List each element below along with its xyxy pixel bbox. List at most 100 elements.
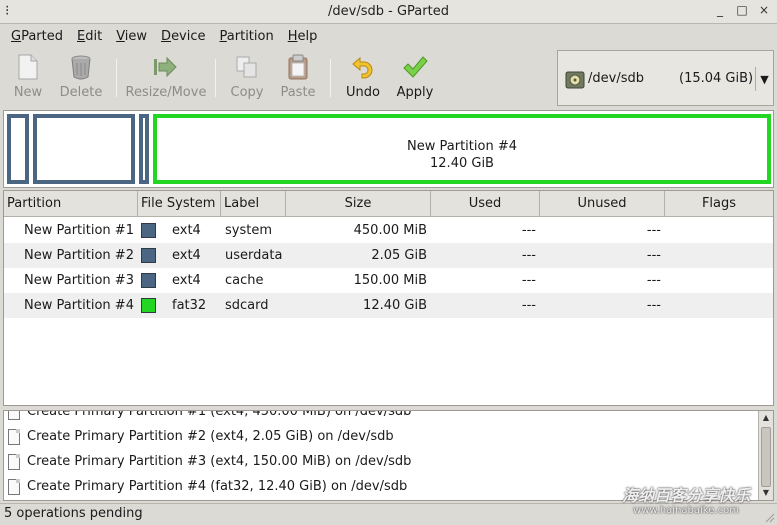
window-title: /dev/sdb - GParted <box>328 4 449 19</box>
cell-unused: --- <box>646 248 661 263</box>
resize-move-button[interactable]: Resize/Move <box>123 49 209 105</box>
close-icon[interactable]: × <box>757 2 771 18</box>
column-header-filesystem[interactable]: File System <box>138 191 221 217</box>
trash-icon <box>67 53 95 81</box>
toolbar-separator <box>330 59 331 97</box>
cell-used: --- <box>521 273 536 288</box>
minimize-icon[interactable]: _ <box>713 2 727 18</box>
column-header-partition[interactable]: Partition <box>4 191 138 217</box>
scrollbar-thumb[interactable] <box>761 427 771 487</box>
cell-filesystem: ext4 <box>172 273 201 288</box>
column-header-size[interactable]: Size <box>286 191 431 217</box>
cell-label: cache <box>225 273 264 288</box>
selected-partition-size: 12.40 GiB <box>430 156 494 171</box>
operation-icon <box>8 479 20 495</box>
resize-grip-icon[interactable] <box>763 511 775 523</box>
table-row[interactable]: New Partition #3 ext4 cache 150.00 MiB -… <box>4 268 773 293</box>
table-row[interactable]: New Partition #4 fat32 sdcard 12.40 GiB … <box>4 293 773 318</box>
column-header-label[interactable]: Label <box>221 191 286 217</box>
harddisk-icon <box>565 70 585 90</box>
table-header: Partition File System Label Size Used Un… <box>4 191 773 217</box>
maximize-icon[interactable]: □ <box>735 2 749 18</box>
operation-icon <box>8 429 20 445</box>
cell-label: sdcard <box>225 298 269 313</box>
partition-map-block-2[interactable] <box>33 114 135 184</box>
delete-button[interactable]: Delete <box>52 49 110 105</box>
cell-filesystem: ext4 <box>172 223 201 238</box>
cell-label: userdata <box>225 248 283 263</box>
toolbar-separator <box>116 59 117 97</box>
cell-filesystem: ext4 <box>172 248 201 263</box>
cell-size: 2.05 GiB <box>371 248 427 263</box>
cell-partition: New Partition #3 <box>24 273 134 288</box>
title-bar: ⁝ /dev/sdb - GParted _ □ × <box>0 0 777 24</box>
pending-operations-list[interactable]: Create Primary Partition #1 (ext4, 450.0… <box>3 410 774 501</box>
toolbar: New Delete Resize/Move Copy Paste Undo A… <box>0 49 556 106</box>
menu-help[interactable]: Help <box>281 25 325 49</box>
cell-used: --- <box>521 223 536 238</box>
cell-used: --- <box>521 298 536 313</box>
operation-icon <box>8 454 20 470</box>
log-scrollbar[interactable]: ▲ ▼ <box>758 411 773 500</box>
cell-size: 450.00 MiB <box>353 223 427 238</box>
menu-device[interactable]: Device <box>154 25 212 49</box>
device-size: (15.04 GiB) <box>679 71 754 86</box>
undo-button[interactable]: Undo <box>337 49 389 105</box>
device-selector[interactable]: /dev/sdb (15.04 GiB) ▼ <box>557 50 774 106</box>
cell-used: --- <box>521 248 536 263</box>
list-item[interactable]: Create Primary Partition #4 (fat32, 12.4… <box>4 475 759 500</box>
partition-table: Partition File System Label Size Used Un… <box>3 190 774 406</box>
menu-partition[interactable]: Partition <box>213 25 281 49</box>
filesystem-color-swatch <box>141 223 156 238</box>
chevron-down-icon[interactable]: ▼ <box>755 67 773 91</box>
operation-icon <box>8 411 20 420</box>
partition-map: New Partition #4 12.40 GiB <box>3 110 774 188</box>
status-text: 5 operations pending <box>4 506 143 521</box>
filesystem-color-swatch <box>141 273 156 288</box>
filesystem-color-swatch <box>141 248 156 263</box>
paste-icon <box>284 53 312 81</box>
filesystem-color-swatch <box>141 298 156 313</box>
column-header-flags[interactable]: Flags <box>665 191 773 217</box>
cell-unused: --- <box>646 273 661 288</box>
cell-partition: New Partition #2 <box>24 248 134 263</box>
cell-filesystem: fat32 <box>172 298 207 313</box>
list-item[interactable]: Create Primary Partition #1 (ext4, 450.0… <box>4 411 759 425</box>
selected-partition-name: New Partition #4 <box>407 139 517 154</box>
cell-unused: --- <box>646 298 661 313</box>
table-row[interactable]: New Partition #2 ext4 userdata 2.05 GiB … <box>4 243 773 268</box>
cell-label: system <box>225 223 272 238</box>
apply-button[interactable]: Apply <box>389 49 441 105</box>
undo-icon <box>349 53 377 81</box>
table-row[interactable]: New Partition #1 ext4 system 450.00 MiB … <box>4 218 773 243</box>
resize-move-icon <box>152 53 180 81</box>
partition-map-block-4[interactable]: New Partition #4 12.40 GiB <box>153 114 771 184</box>
column-header-used[interactable]: Used <box>431 191 540 217</box>
list-item[interactable]: Create Primary Partition #2 (ext4, 2.05 … <box>4 425 759 450</box>
menu-view[interactable]: View <box>109 25 154 49</box>
cell-size: 150.00 MiB <box>353 273 427 288</box>
apply-check-icon <box>401 53 429 81</box>
cell-partition: New Partition #4 <box>24 298 134 313</box>
menu-edit[interactable]: Edit <box>70 25 109 49</box>
copy-icon <box>233 53 261 81</box>
new-button[interactable]: New <box>4 49 52 105</box>
menu-bar: GParted Edit View Device Partition Help <box>0 25 777 49</box>
cell-unused: --- <box>646 223 661 238</box>
list-item[interactable]: Create Primary Partition #3 (ext4, 150.0… <box>4 450 759 475</box>
partition-map-block-3[interactable] <box>139 114 149 184</box>
status-bar: 5 operations pending <box>0 503 777 525</box>
cell-size: 12.40 GiB <box>363 298 427 313</box>
toolbar-separator <box>215 59 216 97</box>
window-controls: _ □ × <box>713 2 771 18</box>
column-header-unused[interactable]: Unused <box>540 191 665 217</box>
new-file-icon <box>14 53 42 81</box>
scroll-up-icon[interactable]: ▲ <box>759 411 773 425</box>
menu-gparted[interactable]: GParted <box>4 25 70 49</box>
paste-button[interactable]: Paste <box>272 49 324 105</box>
scroll-down-icon[interactable]: ▼ <box>759 486 773 500</box>
device-name: /dev/sdb <box>588 71 644 86</box>
copy-button[interactable]: Copy <box>222 49 272 105</box>
selected-partition-info: New Partition #4 12.40 GiB <box>157 138 767 172</box>
partition-map-block-1[interactable] <box>7 114 29 184</box>
